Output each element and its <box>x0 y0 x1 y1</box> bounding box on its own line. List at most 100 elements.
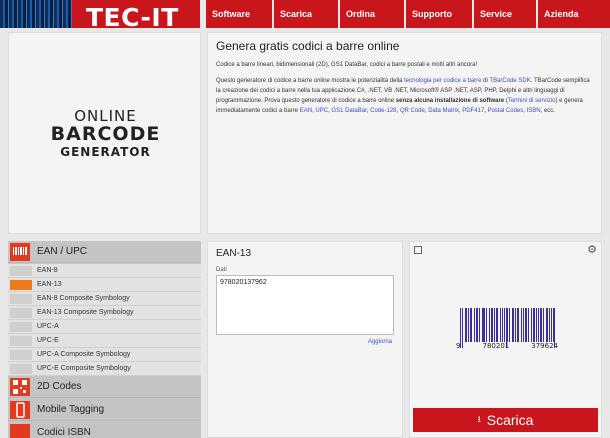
barcode-digit-group: 780201 <box>482 342 510 350</box>
category-ean-upc[interactable]: EAN / UPC <box>8 241 201 263</box>
barcode-bar <box>509 308 510 342</box>
sidebar-item-label: EAN-13 <box>37 281 62 288</box>
barcode-bar <box>553 308 554 342</box>
logo-line-generator: GENERATOR <box>60 145 151 159</box>
item-marker <box>10 364 32 374</box>
link-tbarcode-sdk[interactable]: TBarCode SDK <box>489 78 530 84</box>
item-marker <box>10 322 32 332</box>
barcode-data-input[interactable] <box>216 275 394 335</box>
gear-icon[interactable]: ⚙ <box>587 243 597 256</box>
category-label: 2D Codes <box>37 381 82 392</box>
sidebar-item-upc-a-composite[interactable]: UPC-A Composite Symbology <box>8 348 201 362</box>
intro-subtitle: Codice a barre lineari, bidimensionali (… <box>216 62 478 68</box>
mobile-phone-icon <box>10 401 30 419</box>
sidebar-item-ean-13-composite[interactable]: EAN-13 Composite Symbology <box>8 306 201 320</box>
barcode-bar <box>538 308 539 342</box>
top-bar: TEC-IT Software Scarica Ordina Supporto … <box>0 0 610 28</box>
item-marker <box>10 350 32 360</box>
nav-scarica[interactable]: Scarica <box>274 0 338 28</box>
barcode-bar <box>494 308 495 342</box>
link-code-isbn[interactable]: ISBN <box>527 108 541 114</box>
nav-supporto[interactable]: Supporto <box>406 0 472 28</box>
link-code-128[interactable]: Code-128 <box>370 108 396 114</box>
barcode-bar <box>476 308 477 342</box>
logo-text: TEC-IT <box>86 3 179 28</box>
barcode-type-sidebar: EAN / UPC EAN-8 EAN-13 EAN-8 Composite S… <box>8 241 201 438</box>
sidebar-item-upc-e[interactable]: UPC-E <box>8 334 201 348</box>
barcode-bar <box>484 308 485 342</box>
intro-text: , ecc. <box>540 108 555 114</box>
intro-bold-text: senza alcuna installazione di software <box>395 98 505 104</box>
barcode-preview-panel: ⚙ 9 780201 379624 ⭳ Scarica <box>409 241 602 438</box>
nav-label: Ordina <box>346 9 376 19</box>
download-button[interactable]: ⭳ Scarica <box>413 408 598 432</box>
category-2d-codes[interactable]: 2D Codes <box>8 376 201 398</box>
nav-label: Scarica <box>280 9 313 19</box>
page-title: Genera gratis codici a barre online <box>216 39 400 53</box>
sidebar-item-ean-13[interactable]: EAN-13 <box>8 278 201 292</box>
barcode-bar <box>479 308 480 342</box>
barcode-bar <box>486 308 487 342</box>
mobile-phone-icon-graphic <box>16 402 25 418</box>
category-label: Mobile Tagging <box>37 404 105 415</box>
nav-ordina[interactable]: Ordina <box>340 0 404 28</box>
barcode-digit-group: 9 <box>456 342 461 350</box>
sidebar-item-label: UPC-E Composite Symbology <box>37 365 131 372</box>
sidebar-item-label: EAN-8 Composite Symbology <box>37 295 130 302</box>
barcode-bar <box>491 308 492 342</box>
nav-software[interactable]: Software <box>206 0 272 28</box>
sidebar-item-upc-a[interactable]: UPC-A <box>8 320 201 334</box>
nav-service[interactable]: Service <box>474 0 536 28</box>
barcode-bar <box>549 308 550 342</box>
nav-label: Software <box>212 9 251 19</box>
category-mobile-tagging[interactable]: Mobile Tagging <box>8 399 201 421</box>
sidebar-item-ean-8-composite[interactable]: EAN-8 Composite Symbology <box>8 292 201 306</box>
barcode-digit-group: 379624 <box>531 342 558 350</box>
barcode-bar <box>528 308 529 342</box>
intro-description: Questo generatore di codice a barre onli… <box>216 78 590 114</box>
barcode-bar <box>465 308 466 342</box>
link-code-pdf417[interactable]: PDF417 <box>462 108 484 114</box>
barcode-bar <box>468 308 469 342</box>
barcode-human-readable: 9 780201 379624 <box>456 342 558 350</box>
barcode-bar <box>512 308 513 342</box>
barcode-bar <box>521 308 522 342</box>
nav-azienda[interactable]: Azienda <box>538 0 610 28</box>
copy-icon[interactable] <box>414 246 422 254</box>
barcode-bar <box>547 308 548 342</box>
item-marker <box>10 294 32 304</box>
barcode-bar <box>483 308 484 342</box>
barcode-bar <box>496 308 497 342</box>
link-code-postal[interactable]: Postal Codes <box>488 108 524 114</box>
category-codici-isbn[interactable]: Codici ISBN <box>8 422 201 438</box>
barcode-bar <box>518 308 519 342</box>
barcode-bar <box>540 308 541 342</box>
sidebar-item-upc-e-composite[interactable]: UPC-E Composite Symbology <box>8 362 201 376</box>
link-terms[interactable]: Termini di servizio <box>508 98 556 104</box>
nav-label: Supporto <box>412 9 452 19</box>
sidebar-item-ean-8[interactable]: EAN-8 <box>8 264 201 278</box>
barcode-bar <box>500 308 501 342</box>
online-barcode-generator-logo: ONLINE BARCODE GENERATOR <box>8 32 201 234</box>
barcode-bar <box>533 308 534 342</box>
brand-banner-image <box>0 0 72 28</box>
barcode-bar <box>536 308 537 342</box>
sidebar-item-label: EAN-13 Composite Symbology <box>37 309 134 316</box>
link-code-qr[interactable]: QR Code <box>400 108 425 114</box>
barcode-bar <box>541 308 542 342</box>
barcode-bar <box>466 308 467 342</box>
barcode-bar <box>515 308 516 342</box>
item-marker <box>10 266 32 276</box>
link-code-ean[interactable]: EAN <box>300 108 312 114</box>
barcode-bar <box>470 308 471 342</box>
link-code-datamatrix[interactable]: Data Matrix <box>428 108 459 114</box>
link-technology[interactable]: tecnologia per codice a barre <box>404 78 481 84</box>
item-marker <box>10 308 32 318</box>
link-code-gs1[interactable]: GS1 DataBar <box>331 108 366 114</box>
barcode-bar <box>523 308 524 342</box>
link-code-upc[interactable]: UPC <box>315 108 328 114</box>
sidebar-item-label: UPC-A Composite Symbology <box>37 351 131 358</box>
barcode-bar <box>492 308 493 342</box>
tec-it-logo[interactable]: TEC-IT <box>72 0 200 28</box>
refresh-link[interactable]: Aggiorna <box>368 339 392 345</box>
